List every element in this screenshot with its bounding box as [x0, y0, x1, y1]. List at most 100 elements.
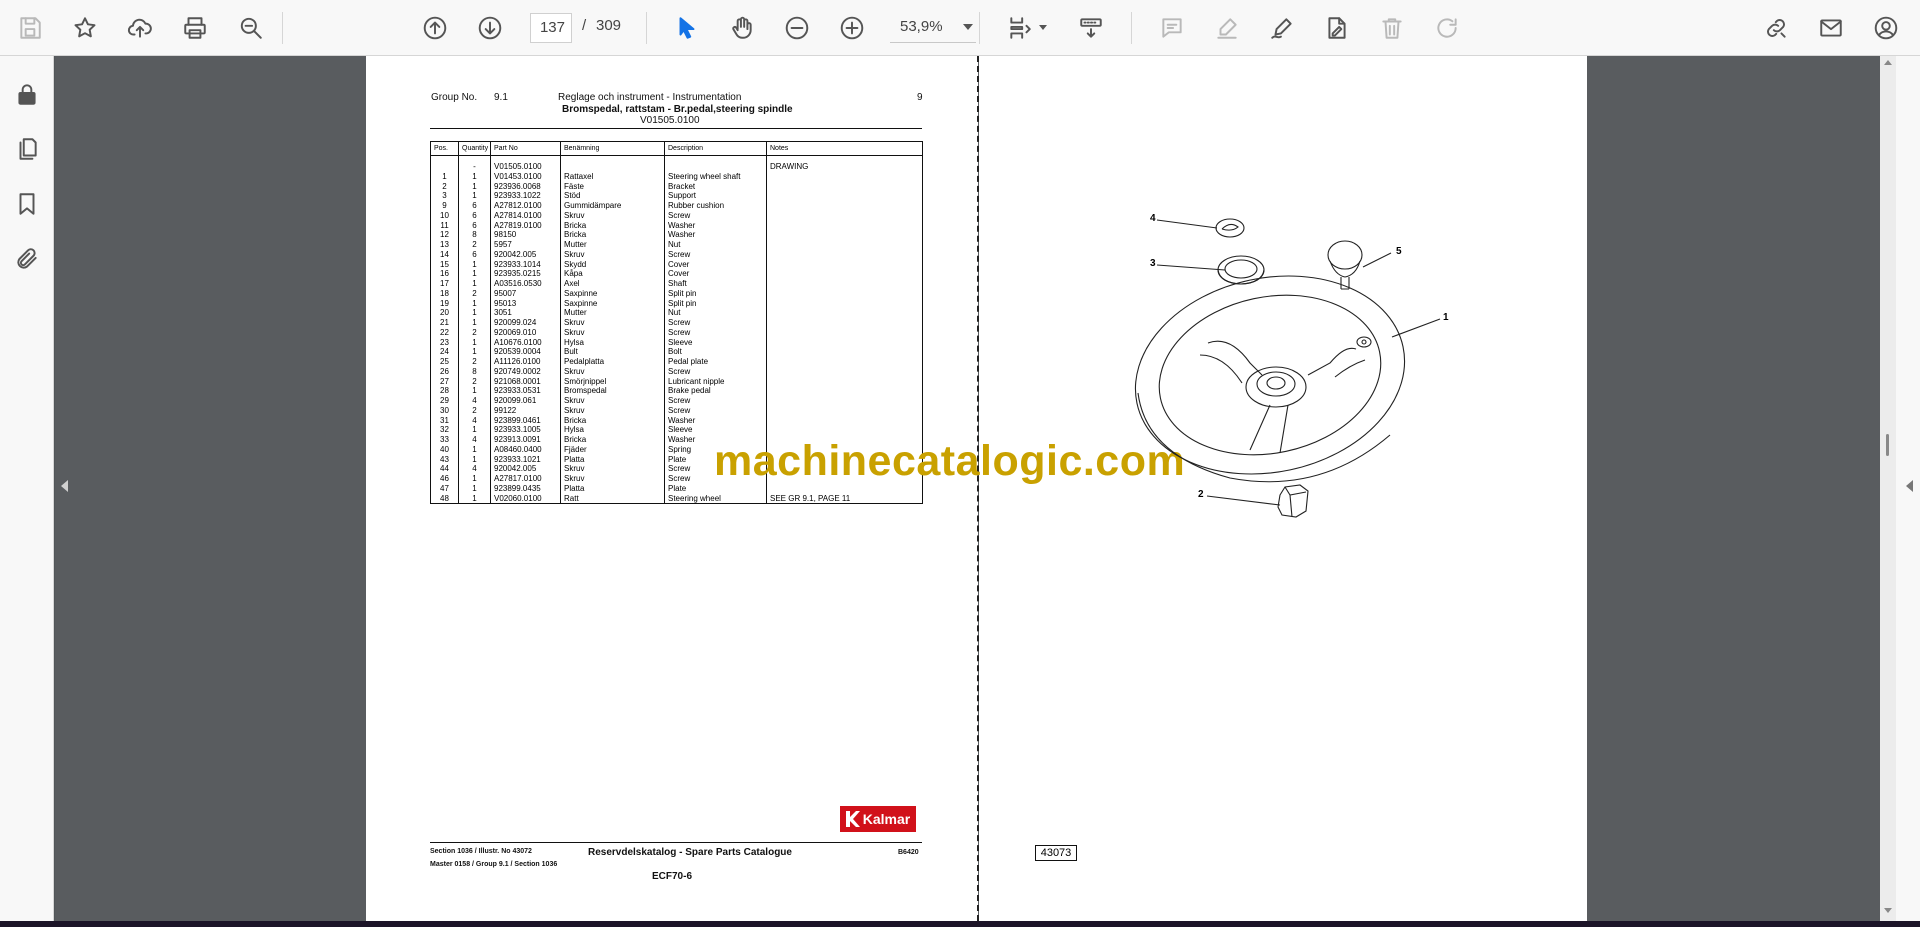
table-cell: 20: [430, 308, 459, 318]
column-header: Notes: [766, 141, 923, 156]
table-cell: 920069.010: [490, 327, 561, 338]
table-cell: 2: [458, 327, 491, 338]
table-cell: Bracket: [664, 181, 767, 192]
fill-sign-icon[interactable]: [1319, 10, 1355, 46]
table-cell: 5957: [490, 240, 561, 250]
delete-icon[interactable]: [1374, 10, 1410, 46]
table-cell: Bult: [560, 347, 665, 357]
table-cell: 1: [458, 259, 491, 270]
column-header: Description: [664, 141, 767, 156]
table-cell: [766, 181, 923, 192]
pages-icon[interactable]: [9, 131, 45, 167]
table-cell: 4: [458, 396, 491, 406]
page-down-icon[interactable]: [472, 10, 508, 46]
vertical-scrollbar[interactable]: [1880, 56, 1896, 921]
table-cell: Shaft: [664, 279, 767, 289]
page-number-input[interactable]: 137: [530, 13, 572, 43]
zoom-in-icon[interactable]: [834, 10, 870, 46]
total-pages: 309: [596, 17, 622, 34]
table-cell: Nut: [664, 308, 767, 318]
collapse-left-panel-icon[interactable]: [61, 480, 68, 492]
table-cell: 2: [430, 181, 459, 192]
table-cell: DRAWING: [766, 155, 923, 172]
hand-tool-icon[interactable]: [724, 10, 760, 46]
page-fit-icon[interactable]: [1002, 10, 1038, 46]
left-navigation-rail: [0, 56, 54, 921]
table-header-row: Pos. Quantity Part No Benämning Descript…: [430, 141, 923, 156]
scroll-down-icon[interactable]: [1884, 908, 1892, 913]
table-cell: Saxpinne: [560, 298, 665, 309]
table-cell: [766, 386, 923, 396]
table-cell: 48: [430, 493, 459, 505]
table-cell: Kåpa: [560, 269, 665, 279]
steering-wheel-diagram: 4 3 5 1 2: [1120, 195, 1460, 525]
account-icon[interactable]: [1868, 10, 1904, 46]
table-cell: [766, 405, 923, 416]
table-cell: Sleeve: [664, 337, 767, 348]
select-cursor-icon[interactable]: [669, 10, 705, 46]
sign-icon[interactable]: [1264, 10, 1300, 46]
table-cell: 11: [430, 220, 459, 231]
footer-catalogue-title: Reservdelskatalog - Spare Parts Catalogu…: [588, 847, 792, 858]
upload-cloud-icon[interactable]: [122, 10, 158, 46]
table-cell: 22: [430, 327, 459, 338]
lock-icon[interactable]: [9, 76, 45, 112]
illustration-number: 43073: [1035, 845, 1077, 861]
table-cell: Pedal plate: [664, 357, 767, 367]
toolbar-separator: [979, 12, 980, 44]
table-cell: 6: [458, 220, 491, 231]
column-header: Quantity: [458, 141, 491, 156]
zoom-out-icon[interactable]: [779, 10, 815, 46]
email-icon[interactable]: [1813, 10, 1849, 46]
scroll-up-icon[interactable]: [1884, 60, 1892, 65]
watermark: machinecatalogic.com: [714, 437, 1186, 485]
table-cell: Skruv: [560, 396, 665, 406]
scroll-mode-icon[interactable]: [1073, 10, 1109, 46]
zoom-search-icon[interactable]: [233, 10, 269, 46]
scrollbar-thumb[interactable]: [1886, 434, 1889, 456]
comment-icon[interactable]: [1154, 10, 1190, 46]
expand-right-panel-icon[interactable]: [1906, 480, 1913, 492]
share-link-icon[interactable]: [1758, 10, 1794, 46]
rotate-icon[interactable]: [1429, 10, 1465, 46]
table-cell: Skruv: [560, 327, 665, 338]
table-cell: 95007: [490, 288, 561, 299]
bookmark-icon[interactable]: [9, 186, 45, 222]
table-cell: [766, 366, 923, 377]
table-cell: [766, 249, 923, 260]
table-row: 30 2 99122 Skruv Screw: [430, 405, 923, 416]
table-cell: 2: [458, 240, 491, 250]
logo-text: Kalmar: [862, 811, 911, 827]
table-cell: 26: [430, 366, 459, 377]
table-cell: [766, 308, 923, 318]
callout-3: 3: [1150, 258, 1156, 269]
table-cell: -: [458, 155, 491, 172]
table-cell: 923933.1021: [490, 454, 561, 465]
table-cell: [766, 327, 923, 338]
chevron-down-icon[interactable]: [963, 24, 973, 30]
table-cell: Bricka: [560, 230, 665, 240]
table-row: 17 1 A03516.0530 Axel Shaft: [430, 279, 923, 289]
attachment-icon[interactable]: [9, 241, 45, 277]
highlight-icon[interactable]: [1209, 10, 1245, 46]
table-row: 32 1 923933.1005 Hylsa Sleeve: [430, 425, 923, 435]
table-cell: Axel: [560, 279, 665, 289]
table-cell: 923935.0215: [490, 269, 561, 279]
table-cell: 1: [458, 171, 491, 182]
table-cell: 10: [430, 210, 459, 221]
callout-2: 2: [1198, 489, 1204, 500]
table-cell: 920042.005: [490, 464, 561, 474]
bookmark-star-icon[interactable]: [67, 10, 103, 46]
table-cell: Skruv: [560, 464, 665, 474]
page-up-icon[interactable]: [417, 10, 453, 46]
table-cell: Bromspedal: [560, 386, 665, 396]
chevron-down-icon[interactable]: [1039, 25, 1047, 30]
table-cell: Ratt: [560, 493, 665, 505]
footer-master: Master 0158 / Group 9.1 / Section 1036: [430, 861, 558, 868]
subsection-title: Bromspedal, rattstam - Br.pedal,steering…: [562, 104, 793, 115]
table-cell: SEE GR 9.1, PAGE 11: [766, 493, 923, 505]
table-cell: [766, 298, 923, 309]
save-icon[interactable]: [12, 10, 48, 46]
print-icon[interactable]: [177, 10, 213, 46]
kalmar-logo-mark-icon: [845, 811, 860, 827]
